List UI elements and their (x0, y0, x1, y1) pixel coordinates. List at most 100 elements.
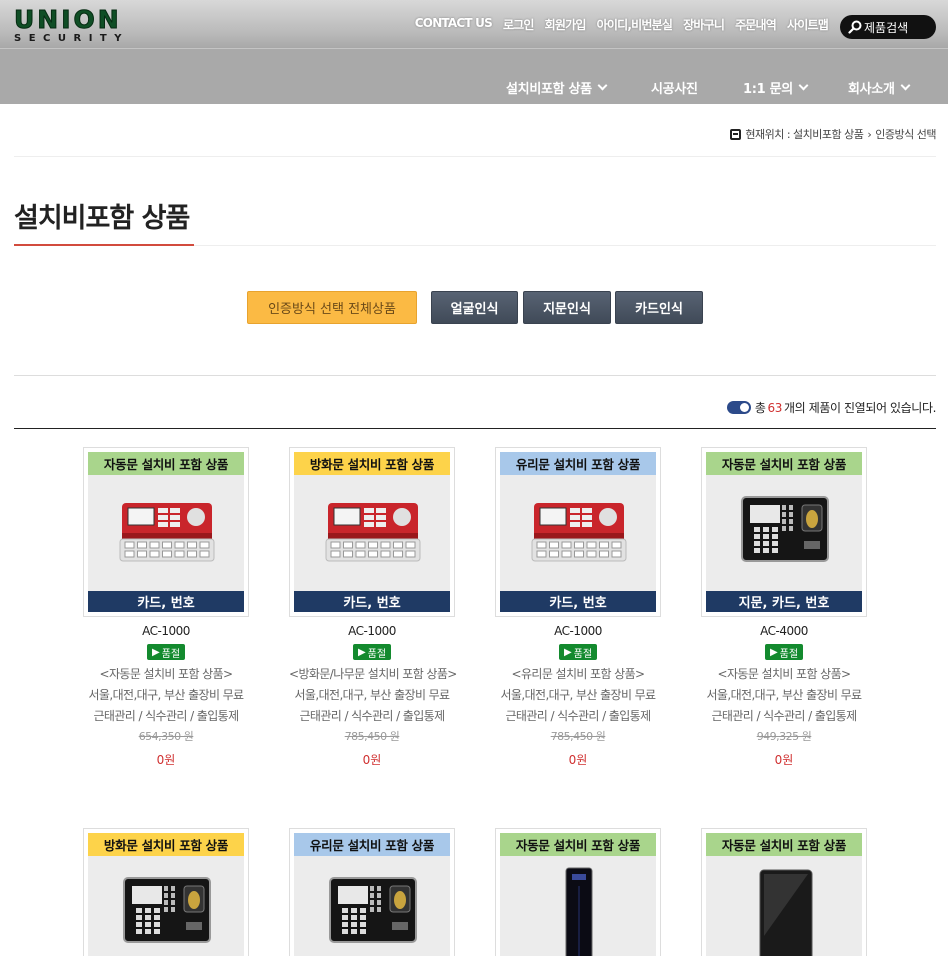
signup-link[interactable]: 회원가입 (545, 16, 587, 33)
desc-line: 근태관리 / 식수관리 / 출입통제 (711, 709, 857, 723)
product-description: <방화문/나무문 설치비 포함 상품> 서울,대전,대구, 부산 출장비 무료 … (289, 664, 457, 727)
product-card[interactable]: 방화문 설치비 포함 상품 카드, 번호 AC-1000 ▶ 품절 <방화문/나무… (289, 447, 457, 768)
nav-item-install-products[interactable]: 설치비포함 상품 (506, 78, 608, 97)
chevron-down-icon (900, 80, 911, 91)
soldout-badge: ▶ 품절 (147, 644, 185, 660)
tag-icon: ▶ (357, 646, 366, 658)
product-description: <자동문 설치비 포함 상품> 서울,대전,대구, 부산 출장비 무료 근태관리… (701, 664, 867, 727)
product-photo[interactable] (294, 475, 450, 591)
product-card[interactable]: 유리문 설치비 포함 상품 카드, 번호 AC-1000 ▶ 품절 <유리문 설치… (495, 447, 661, 768)
filter-card-button[interactable]: 카드인식 (615, 291, 703, 324)
divider (14, 156, 936, 157)
product-model[interactable]: AC-1000 (289, 624, 455, 638)
count-suffix: 개의 제품이 진열되어 있습니다. (784, 401, 936, 415)
filter-all-button[interactable]: 인증방식 선택 전체상품 (247, 291, 417, 324)
nav-item-install-photos[interactable]: 시공사진 (651, 78, 698, 97)
install-tag: 자동문 설치비 포함 상품 (500, 833, 656, 856)
product-image-frame[interactable]: 방화문 설치비 포함 상품 카드, 번호 (289, 447, 455, 617)
chevron-down-icon (798, 80, 809, 91)
utility-nav: CONTACT US 로그인 회원가입 아이디,비번분실 장바구니 주문내역 사… (415, 16, 829, 33)
product-image-frame[interactable]: 방화문 설치비 포함 상품 (83, 828, 249, 956)
desc-line: 서울,대전,대구, 부산 출장비 무료 (500, 688, 656, 702)
product-card[interactable]: 자동문 설치비 포함 상품 (495, 828, 661, 956)
product-search-button[interactable]: 제품검색 (840, 15, 936, 39)
tag-icon: ▶ (769, 646, 778, 658)
sitemap-link[interactable]: 사이트맵 (787, 16, 829, 33)
nav-item-inquiry[interactable]: 1:1 문의 (743, 78, 809, 97)
product-photo[interactable] (706, 475, 862, 591)
product-card[interactable]: 자동문 설치비 포함 상품 지문, 카드, 번호 AC-4000 ▶ 품절 <자동… (701, 447, 867, 768)
divider (14, 428, 936, 429)
sale-price: 0원 (568, 753, 588, 767)
soldout-badge: ▶ 품절 (765, 644, 803, 660)
desc-line: 서울,대전,대구, 부산 출장비 무료 (706, 688, 862, 702)
desc-line: <자동문 설치비 포함 상품> (717, 667, 852, 681)
product-image-frame[interactable]: 자동문 설치비 포함 상품 (701, 828, 867, 956)
product-card[interactable]: 유리문 설치비 포함 상품 (289, 828, 455, 956)
install-tag: 자동문 설치비 포함 상품 (706, 452, 862, 475)
count-number: 63 (767, 400, 783, 415)
breadcrumb-current: 인증방식 선택 (875, 128, 936, 141)
install-tag: 자동문 설치비 포함 상품 (88, 452, 244, 475)
count-prefix: 총 (754, 401, 766, 415)
login-link[interactable]: 로그인 (503, 16, 535, 33)
nav-item-company[interactable]: 회사소개 (848, 78, 911, 97)
original-price: 785,450 원 (344, 730, 400, 743)
badge-label: 품절 (367, 648, 387, 660)
desc-line: <유리문 설치비 포함 상품> (511, 667, 646, 681)
chevron-down-icon (597, 80, 608, 91)
product-image-frame[interactable]: 유리문 설치비 포함 상품 (289, 828, 455, 956)
filter-fingerprint-button[interactable]: 지문인식 (523, 291, 611, 324)
auth-method-label: 카드, 번호 (294, 591, 450, 612)
divider (14, 375, 936, 376)
product-card[interactable]: 자동문 설치비 포함 상품 (701, 828, 867, 956)
nav-label: 회사소개 (848, 82, 895, 97)
product-photo[interactable] (500, 475, 656, 591)
product-photo[interactable] (88, 475, 244, 591)
original-price: 654,350 원 (138, 730, 194, 743)
breadcrumb: 현재위치 : 설치비포함 상품 › 인증방식 선택 (730, 126, 936, 142)
search-label: 제품검색 (864, 20, 909, 35)
install-tag: 방화문 설치비 포함 상품 (294, 452, 450, 475)
desc-line: 서울,대전,대구, 부산 출장비 무료 (88, 688, 244, 702)
nav-label: 설치비포함 상품 (506, 82, 592, 97)
product-card[interactable]: 방화문 설치비 포함 상품 (83, 828, 249, 956)
sale-price: 0원 (156, 753, 176, 767)
nav-label: 1:1 문의 (743, 82, 793, 97)
product-photo[interactable] (88, 856, 244, 956)
auth-method-label: 카드, 번호 (88, 591, 244, 612)
toggle-icon[interactable] (726, 401, 751, 414)
orders-link[interactable]: 주문내역 (735, 16, 777, 33)
product-model[interactable]: AC-4000 (701, 624, 867, 638)
chevron-right-icon: › (867, 127, 872, 141)
desc-line: 근태관리 / 식수관리 / 출입통제 (505, 709, 651, 723)
top-bar: UNION SECURITY CONTACT US 로그인 회원가입 아이디,비… (0, 0, 948, 48)
find-account-link[interactable]: 아이디,비번분실 (597, 16, 673, 33)
product-photo[interactable] (500, 856, 656, 956)
badge-label: 품절 (573, 648, 593, 660)
product-model[interactable]: AC-1000 (83, 624, 249, 638)
main-nav: 설치비포함 상품 시공사진 1:1 문의 회사소개 (0, 48, 948, 104)
desc-line: <자동문 설치비 포함 상품> (99, 667, 234, 681)
product-card[interactable]: 자동문 설치비 포함 상품 카드, 번호 AC-1000 ▶ 품절 <자동문 설치… (83, 447, 249, 768)
product-photo[interactable] (294, 856, 450, 956)
breadcrumb-path[interactable]: 현재위치 : 설치비포함 상품 (745, 126, 864, 142)
nav-label: 시공사진 (651, 82, 698, 97)
install-tag: 방화문 설치비 포함 상품 (88, 833, 244, 856)
cart-link[interactable]: 장바구니 (683, 16, 725, 33)
product-image-frame[interactable]: 자동문 설치비 포함 상품 지문, 카드, 번호 (701, 447, 867, 617)
product-image-frame[interactable]: 유리문 설치비 포함 상품 카드, 번호 (495, 447, 661, 617)
company-logo[interactable]: UNION SECURITY (14, 5, 150, 45)
product-model[interactable]: AC-1000 (495, 624, 661, 638)
product-image-frame[interactable]: 자동문 설치비 포함 상품 카드, 번호 (83, 447, 249, 617)
product-photo[interactable] (706, 856, 862, 956)
contact-us-link[interactable]: CONTACT US (415, 16, 493, 33)
logo-text: UNION (14, 5, 122, 34)
auth-method-label: 카드, 번호 (500, 591, 656, 612)
install-tag: 자동문 설치비 포함 상품 (706, 833, 862, 856)
filter-face-button[interactable]: 얼굴인식 (431, 291, 518, 324)
desc-line: 근태관리 / 식수관리 / 출입통제 (299, 709, 445, 723)
product-description: <자동문 설치비 포함 상품> 서울,대전,대구, 부산 출장비 무료 근태관리… (83, 664, 249, 727)
product-image-frame[interactable]: 자동문 설치비 포함 상품 (495, 828, 661, 956)
tag-icon: ▶ (563, 646, 572, 658)
